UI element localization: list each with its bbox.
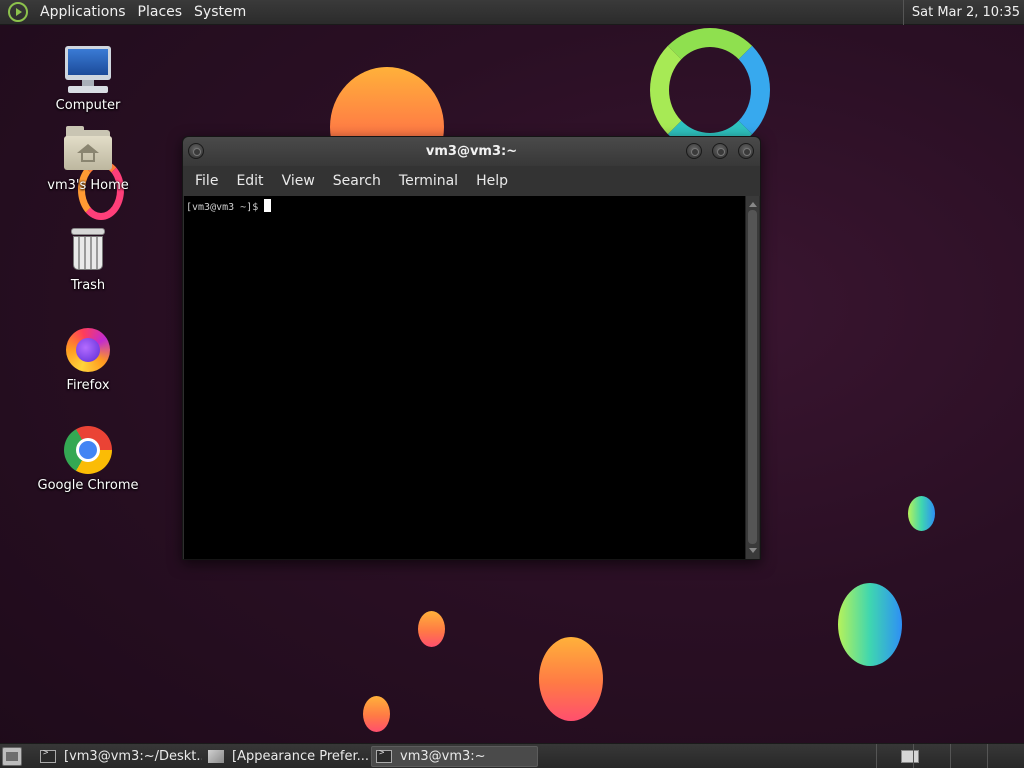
- wallpaper-green-ring: [650, 28, 770, 152]
- workspace-1[interactable]: [876, 744, 919, 768]
- menu-edit[interactable]: Edit: [228, 173, 271, 189]
- menu-view[interactable]: View: [274, 173, 323, 189]
- wallpaper-orange-blob-small: [418, 611, 445, 647]
- text-cursor: [264, 199, 272, 212]
- menu-places[interactable]: Places: [132, 4, 189, 20]
- menu-applications[interactable]: Applications: [34, 4, 132, 20]
- terminal-icon: [40, 748, 56, 763]
- desktop-icon-label: Google Chrome: [37, 478, 139, 493]
- scroll-up-arrow-icon[interactable]: [749, 202, 757, 207]
- scroll-down-arrow-icon[interactable]: [749, 548, 757, 553]
- terminal-output[interactable]: [vm3@vm3 ~]$: [184, 196, 746, 559]
- menu-system[interactable]: System: [188, 4, 252, 20]
- close-button[interactable]: [738, 143, 754, 159]
- desktop-icon-label: Trash: [70, 278, 106, 293]
- terminal-window[interactable]: vm3@vm3:~ File Edit View Search Terminal…: [182, 136, 761, 560]
- trash-icon: [62, 224, 114, 276]
- workspace-switcher: [876, 744, 1024, 768]
- menu-help[interactable]: Help: [468, 173, 516, 189]
- workspace-4[interactable]: [987, 744, 1024, 768]
- workspace-3[interactable]: [950, 744, 987, 768]
- maximize-button[interactable]: [712, 143, 728, 159]
- terminal-scrollbar[interactable]: [745, 196, 759, 559]
- wallpaper-teal-blob-small: [908, 496, 935, 531]
- chrome-icon: [62, 424, 114, 476]
- window-titlebar[interactable]: vm3@vm3:~: [183, 137, 760, 166]
- taskbar-item-label: vm3@vm3:~: [400, 749, 486, 764]
- menu-file[interactable]: File: [187, 173, 226, 189]
- minimize-button[interactable]: [686, 143, 702, 159]
- terminal-menubar: File Edit View Search Terminal Help: [183, 166, 760, 196]
- desktop-icon-label: Firefox: [66, 378, 110, 393]
- gnome-foot-icon[interactable]: [8, 2, 28, 22]
- window-menu-button[interactable]: [188, 143, 204, 159]
- taskbar-item-desktop-terminal[interactable]: [vm3@vm3:~/Deskt...: [36, 746, 202, 767]
- taskbar-item-label: [vm3@vm3:~/Deskt...: [64, 749, 202, 764]
- desktop-icon-label: Computer: [55, 98, 121, 113]
- bottom-panel: [vm3@vm3:~/Deskt... [Appearance Prefer..…: [0, 743, 1024, 768]
- desktop-icon-computer[interactable]: Computer: [33, 44, 143, 113]
- taskbar-item-terminal[interactable]: vm3@vm3:~: [371, 746, 538, 767]
- desktop-icon-label: vm3's Home: [47, 178, 129, 193]
- show-desktop-button[interactable]: [2, 747, 22, 766]
- scrollbar-thumb[interactable]: [748, 210, 757, 544]
- desktop-icon-trash[interactable]: Trash: [33, 224, 143, 293]
- computer-icon: [62, 44, 114, 96]
- desktop-icon-home[interactable]: vm3's Home: [33, 124, 143, 193]
- menu-terminal[interactable]: Terminal: [391, 173, 466, 189]
- desktop-icon-firefox[interactable]: Firefox: [33, 324, 143, 393]
- menu-search[interactable]: Search: [325, 173, 389, 189]
- taskbar-item-label: [Appearance Prefer...: [232, 749, 370, 764]
- top-panel: Applications Places System Sat Mar 2, 10…: [0, 0, 1024, 25]
- terminal-icon: [376, 748, 392, 763]
- appearance-icon: [208, 750, 224, 763]
- desktop-icon-chrome[interactable]: Google Chrome: [33, 424, 143, 493]
- wallpaper-orange-blob-medium: [539, 637, 603, 721]
- window-title: vm3@vm3:~: [425, 144, 518, 159]
- shell-prompt: [vm3@vm3 ~]$: [186, 202, 259, 213]
- clock[interactable]: Sat Mar 2, 10:35: [902, 0, 1020, 25]
- taskbar-item-appearance[interactable]: [Appearance Prefer...: [204, 746, 370, 767]
- home-folder-icon: [62, 124, 114, 176]
- firefox-icon: [62, 324, 114, 376]
- wallpaper-teal-blob-large: [838, 583, 902, 666]
- wallpaper-orange-blob-tiny: [363, 696, 390, 732]
- workspace-2[interactable]: [913, 744, 950, 768]
